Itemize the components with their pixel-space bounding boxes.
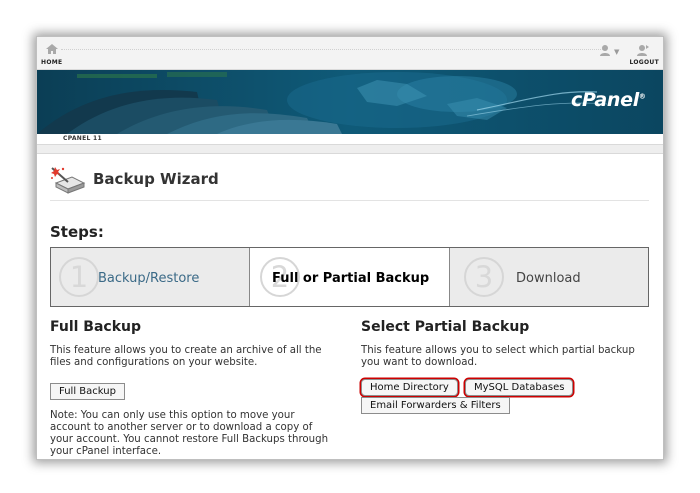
user-icon[interactable] bbox=[599, 44, 611, 56]
step-label: Download bbox=[516, 271, 581, 286]
steps-heading: Steps: bbox=[50, 223, 104, 241]
step-backup-restore[interactable]: 1 Backup/Restore bbox=[51, 248, 250, 306]
full-backup-section: Full Backup This feature allows you to c… bbox=[50, 319, 330, 458]
home-link[interactable]: HOME bbox=[41, 59, 62, 66]
step-full-or-partial-backup: 2 Full or Partial Backup bbox=[250, 248, 450, 306]
cpanel-version-label: CPANEL 11 bbox=[63, 135, 102, 142]
full-backup-note: Note: You can only use this option to mo… bbox=[50, 410, 329, 457]
banner-graphic bbox=[37, 70, 663, 134]
steps-bar: 1 Backup/Restore 2 Full or Partial Backu… bbox=[50, 247, 649, 307]
partial-backup-buttons: Home Directory MySQL Databases Email For… bbox=[361, 379, 651, 419]
step-label[interactable]: Backup/Restore bbox=[98, 271, 199, 286]
page-title: Backup Wizard bbox=[93, 170, 219, 188]
title-divider bbox=[50, 200, 649, 201]
step-download: 3 Download bbox=[450, 248, 648, 306]
partial-backup-title: Select Partial Backup bbox=[361, 319, 530, 335]
partial-backup-section: Select Partial Backup This feature allow… bbox=[361, 319, 651, 419]
email-forwarders-filters-button[interactable]: Email Forwarders & Filters bbox=[361, 397, 510, 414]
full-backup-title: Full Backup bbox=[50, 319, 142, 335]
version-strip: CPANEL 11 bbox=[37, 134, 663, 145]
backup-wizard-icon bbox=[51, 167, 86, 194]
step-number: 1 bbox=[59, 257, 99, 297]
full-backup-description: This feature allows you to create an arc… bbox=[50, 345, 322, 368]
step-label: Full or Partial Backup bbox=[272, 271, 430, 286]
top-nav-bar: HOME ▼ LOGOUT bbox=[37, 37, 663, 70]
full-backup-button[interactable]: Full Backup bbox=[50, 383, 125, 400]
logout-icon[interactable] bbox=[637, 44, 649, 56]
partial-backup-description: This feature allows you to select which … bbox=[361, 345, 635, 368]
mysql-databases-button[interactable]: MySQL Databases bbox=[465, 379, 574, 396]
logout-link[interactable]: LOGOUT bbox=[629, 59, 659, 66]
header-banner: cPanel® bbox=[37, 70, 663, 134]
cpanel-window: HOME ▼ LOGOUT cPanel® CPANEL 11 Backup W… bbox=[36, 36, 664, 460]
step-number: 3 bbox=[464, 257, 504, 297]
cpanel-logo: cPanel® bbox=[571, 89, 646, 111]
dotted-divider bbox=[61, 49, 607, 50]
chevron-down-icon[interactable]: ▼ bbox=[614, 49, 619, 56]
divider-bar bbox=[37, 145, 663, 154]
home-icon[interactable] bbox=[45, 43, 59, 55]
home-directory-button[interactable]: Home Directory bbox=[361, 379, 458, 396]
